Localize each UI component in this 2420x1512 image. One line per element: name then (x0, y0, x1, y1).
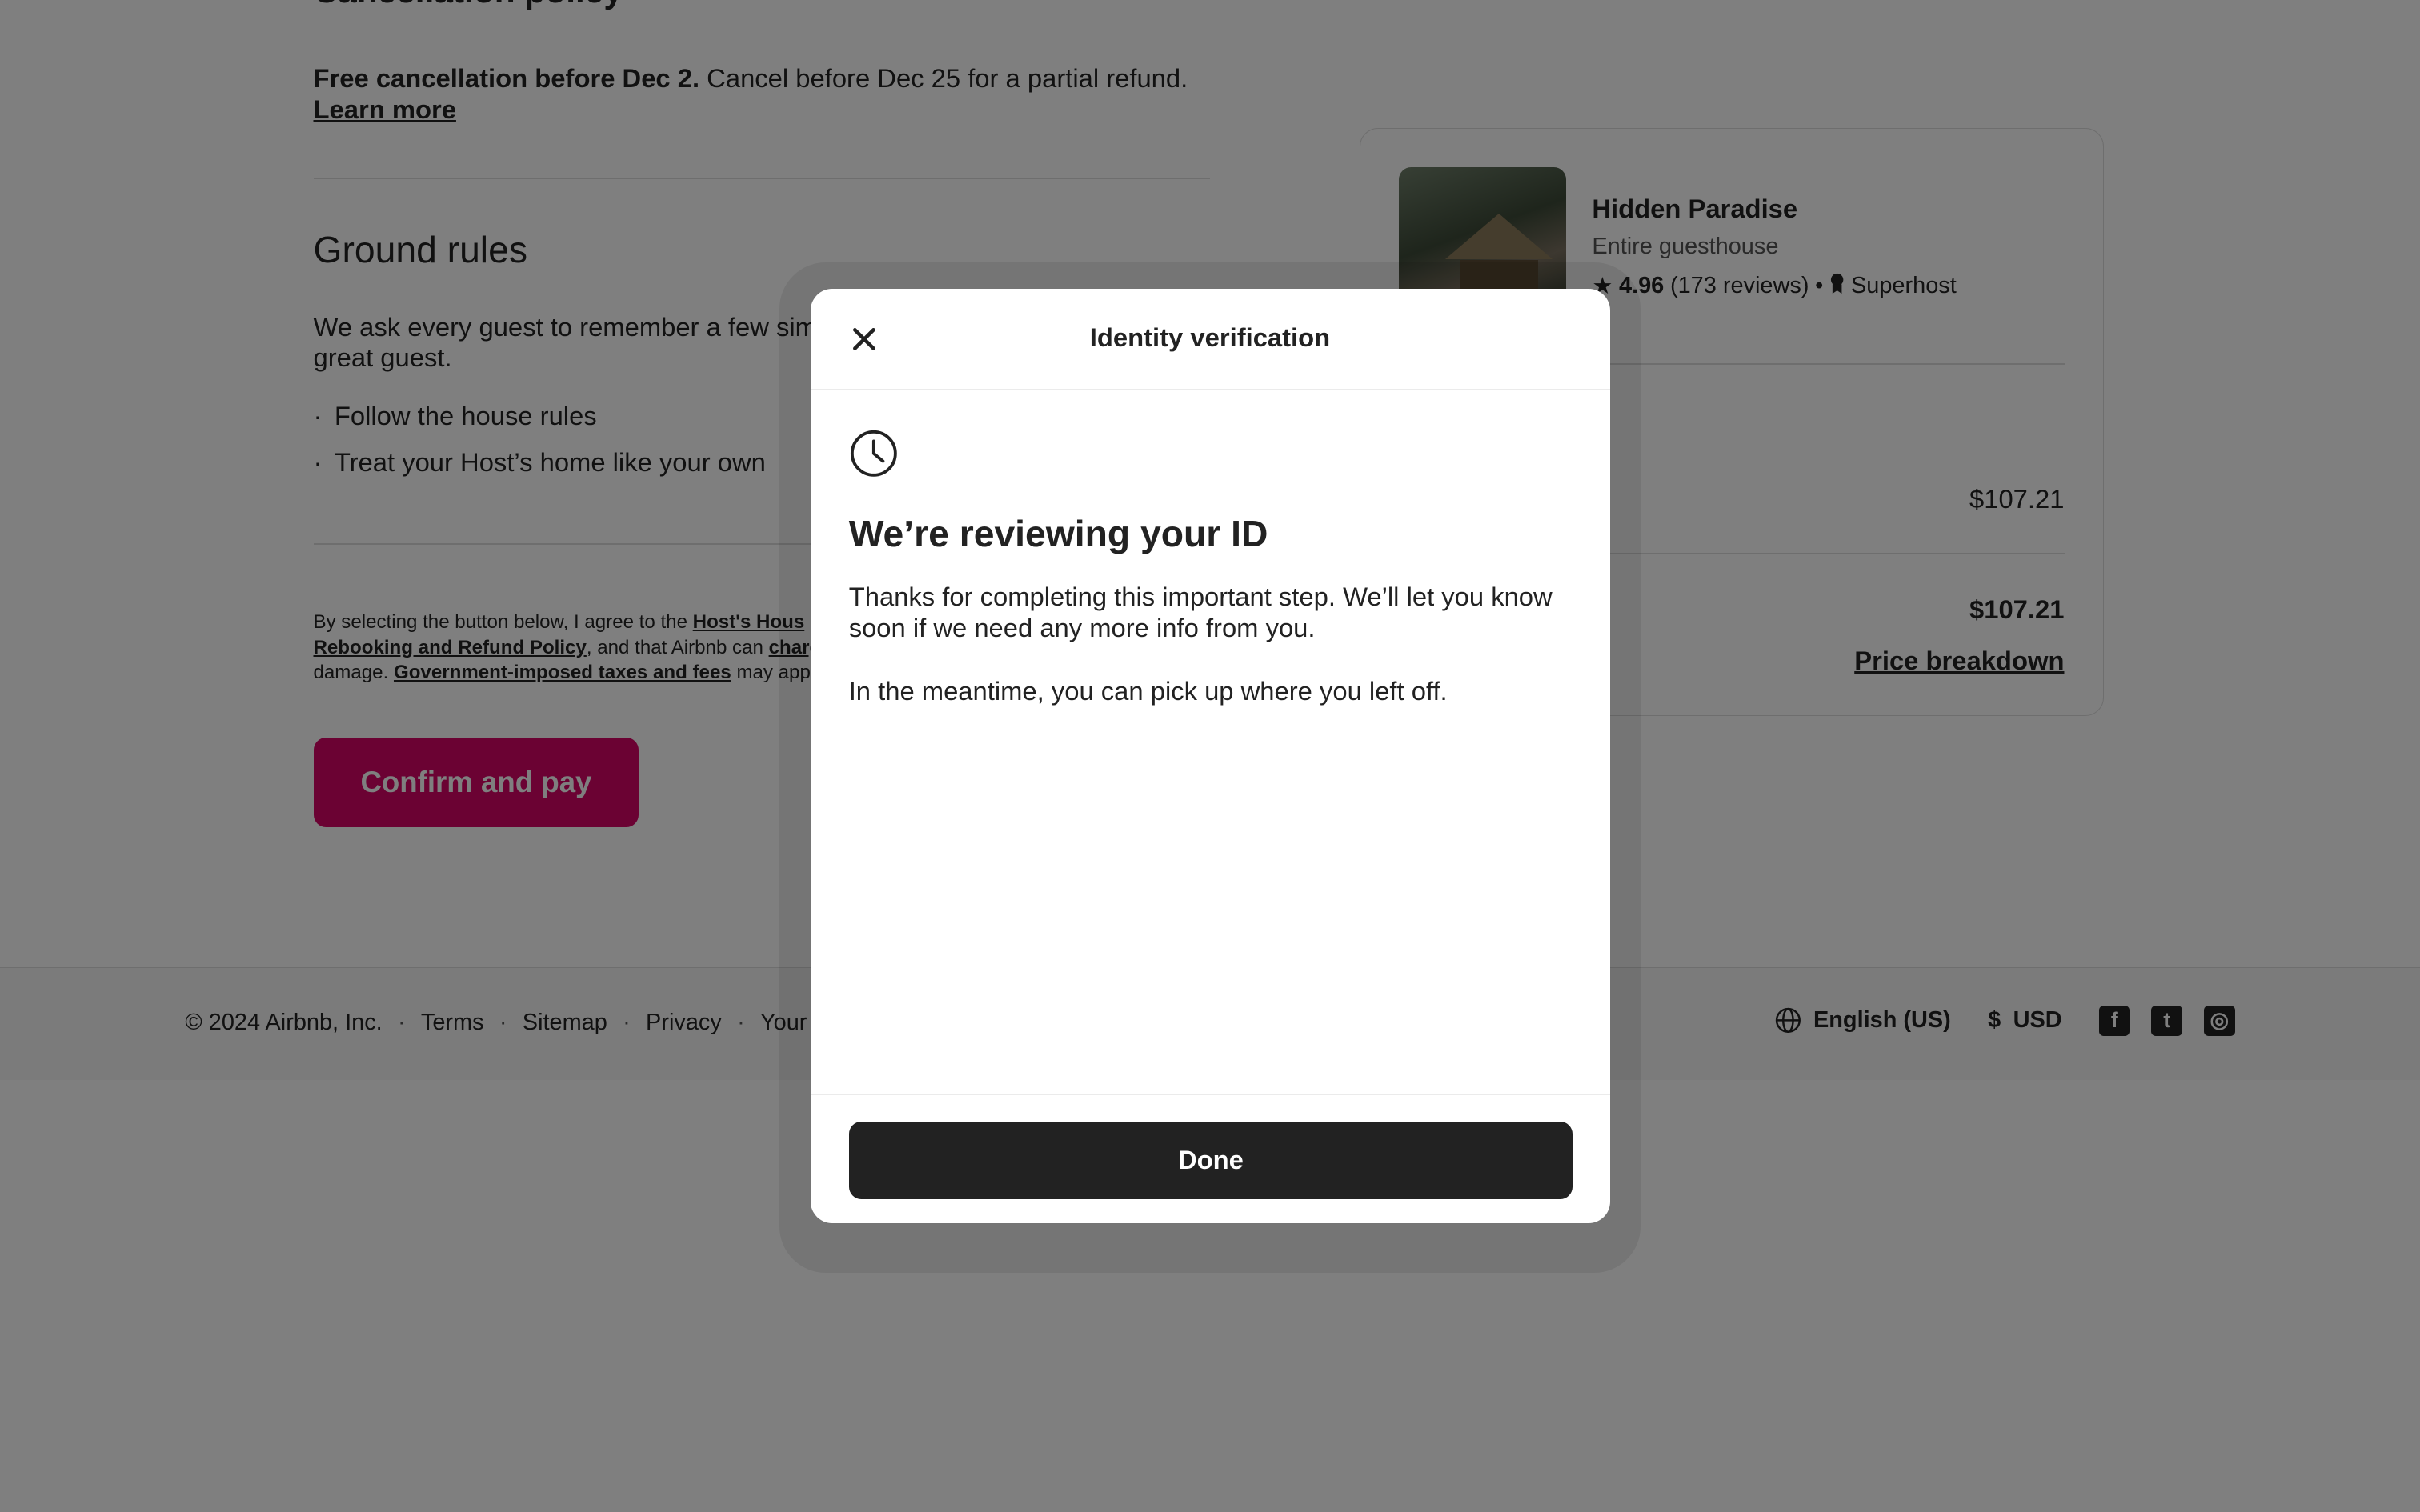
modal-heading: We’re reviewing your ID (848, 513, 1268, 555)
modal-header: Identity verification (810, 289, 1610, 390)
clock-icon (850, 430, 897, 477)
modal-body: Thanks for completing this important ste… (849, 582, 1574, 739)
done-button[interactable]: Done (848, 1122, 1573, 1199)
modal-paragraph: Thanks for completing this important ste… (848, 582, 1553, 642)
modal-footer-divider (810, 1094, 1610, 1096)
identity-verification-modal: Identity verification We’re reviewing yo… (810, 288, 1610, 1224)
modal-title: Identity verification (1089, 322, 1331, 353)
modal-paragraph: In the meantime, you can pick up where y… (848, 675, 1448, 706)
